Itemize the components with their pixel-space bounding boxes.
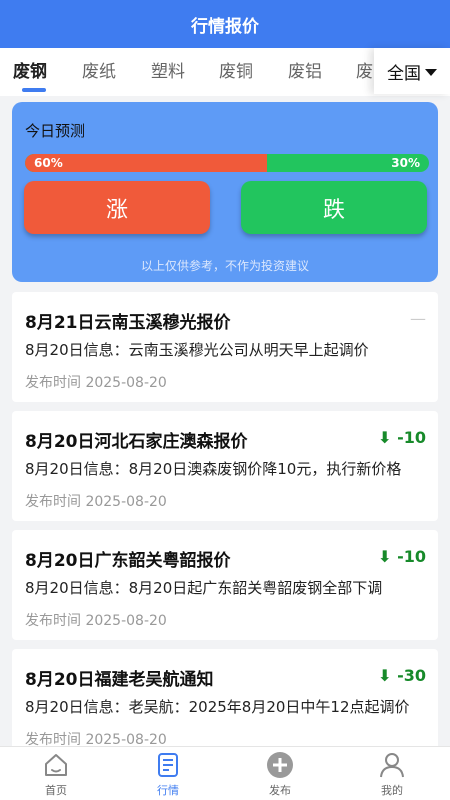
caret-down-icon xyxy=(425,68,437,76)
publish-date: 发布时间 2025-08-20 xyxy=(25,375,167,391)
price-change: ⬇ -10 xyxy=(378,428,426,447)
news-title: 8月20日广东韶关粤韶报价 xyxy=(25,551,231,571)
page-title: 行情报价 xyxy=(191,16,259,37)
news-card[interactable]: 8月20日广东韶关粤韶报价 ⬇ -10 8月20日信息：8月20日起广东韶关粤韶… xyxy=(12,530,438,640)
disclaimer-text: 以上仅供参考，不作为投资建议 xyxy=(140,259,309,273)
vote-up-button[interactable]: 涨 xyxy=(24,181,210,234)
news-summary: 8月20日信息：8月20日澳森废钢价降10元，执行新价格 xyxy=(25,460,402,478)
price-change: ⬇ -10 xyxy=(378,547,426,566)
news-summary: 8月20日信息：8月20日起广东韶关粤韶废钢全部下调 xyxy=(25,579,383,597)
tab-more[interactable]: 废 xyxy=(356,48,373,96)
nav-profile[interactable]: 我的 xyxy=(336,747,448,800)
news-title: 8月20日福建老吴航通知 xyxy=(25,670,214,690)
region-selector[interactable]: 全国 xyxy=(374,48,450,94)
nav-home[interactable]: 首页 xyxy=(0,747,112,800)
tab-plastic[interactable]: 塑料 xyxy=(151,48,185,96)
vote-down-button[interactable]: 跌 xyxy=(241,181,427,234)
news-card[interactable]: 8月20日河北石家庄澳森报价 ⬇ -10 8月20日信息：8月20日澳森废钢价降… xyxy=(12,411,438,521)
top-bar: 行情报价 xyxy=(0,0,450,48)
news-card[interactable]: 8月20日福建老吴航通知 ⬇ -30 8月20日信息：老吴航：2025年8月20… xyxy=(12,649,438,759)
user-icon xyxy=(380,753,404,778)
news-card[interactable]: 8月21日云南玉溪穆光报价 — 8月20日信息：云南玉溪穆光公司从明天早上起调价… xyxy=(12,292,438,402)
news-title: 8月21日云南玉溪穆光报价 xyxy=(25,313,231,333)
publish-date: 发布时间 2025-08-20 xyxy=(25,494,167,510)
sentiment-bar: 60% 30% xyxy=(25,154,429,172)
nav-label: 我的 xyxy=(381,784,403,797)
publish-date: 发布时间 2025-08-20 xyxy=(25,613,167,629)
news-summary: 8月20日信息：云南玉溪穆光公司从明天早上起调价 xyxy=(25,341,369,359)
tab-copper[interactable]: 废铜 xyxy=(219,48,253,96)
news-title: 8月20日河北石家庄澳森报价 xyxy=(25,432,248,452)
home-icon xyxy=(45,754,67,776)
tab-paper[interactable]: 废纸 xyxy=(82,48,116,96)
price-change: — xyxy=(410,309,426,328)
prediction-title: 今日预测 xyxy=(25,122,86,140)
news-summary: 8月20日信息：老吴航：2025年8月20日中午12点起调价 xyxy=(25,698,410,716)
active-tab-indicator xyxy=(22,88,46,92)
nav-label: 行情 xyxy=(157,784,179,797)
quotes-icon xyxy=(158,753,178,777)
prediction-panel: 今日预测 60% 30% 涨 跌 以上仅供参考，不作为投资建议 xyxy=(12,102,438,282)
plus-circle-icon xyxy=(267,752,293,778)
nav-quotes[interactable]: 行情 xyxy=(112,747,224,800)
region-label: 全国 xyxy=(387,63,421,84)
bottom-navigation: 首页 行情 发布 我的 xyxy=(0,746,450,800)
up-percent-label: 60% xyxy=(34,156,63,170)
price-change: ⬇ -30 xyxy=(378,666,426,685)
tab-aluminum[interactable]: 废铝 xyxy=(288,48,322,96)
nav-publish[interactable]: 发布 xyxy=(224,747,336,800)
nav-label: 首页 xyxy=(45,784,67,797)
down-percent-label: 30% xyxy=(391,156,420,170)
nav-label: 发布 xyxy=(269,784,291,797)
